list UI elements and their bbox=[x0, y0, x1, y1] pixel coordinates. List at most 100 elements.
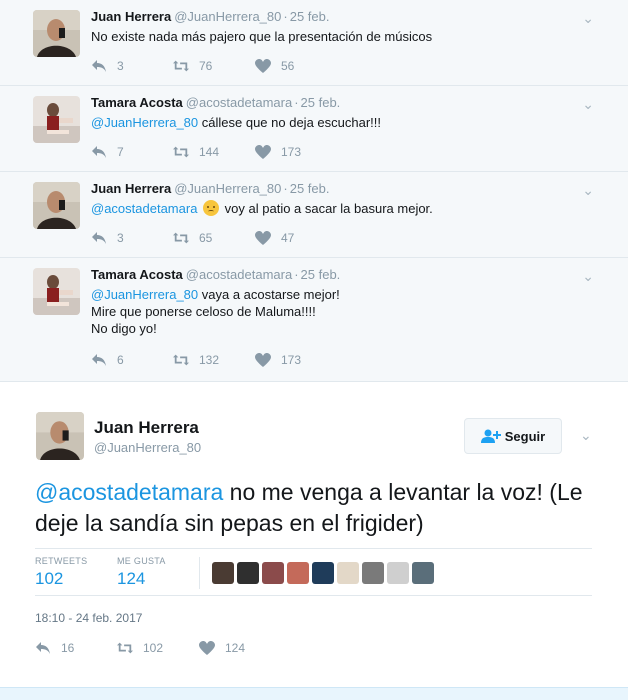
tweet-body-line: No digo yo! bbox=[91, 321, 157, 336]
liker-avatar[interactable] bbox=[337, 562, 359, 584]
retweet-button[interactable]: 76 bbox=[173, 59, 255, 73]
author-name[interactable]: Juan Herrera bbox=[91, 181, 171, 196]
avatar[interactable] bbox=[33, 268, 80, 315]
reply-icon bbox=[92, 146, 106, 158]
avatar[interactable] bbox=[33, 10, 80, 57]
tweet-actions: 3 76 56 bbox=[91, 58, 294, 74]
reply-button[interactable]: 7 bbox=[91, 145, 173, 159]
retweet-icon bbox=[173, 60, 189, 72]
thread-tweet[interactable]: Juan Herrera @JuanHerrera_80 · 25 feb. ⌄ @a… bbox=[0, 172, 628, 258]
reply-button[interactable]: 3 bbox=[91, 231, 173, 245]
liker-avatar[interactable] bbox=[212, 562, 234, 584]
liker-avatar[interactable] bbox=[287, 562, 309, 584]
avatar[interactable] bbox=[33, 96, 80, 143]
like-button[interactable]: 173 bbox=[255, 353, 301, 367]
retweets-stat[interactable]: RETWEETS 102 bbox=[35, 556, 87, 589]
thread-tweet[interactable]: Tamara Acosta @acostadetamara · 25 feb. ⌄ @… bbox=[0, 86, 628, 172]
tweet-header: Juan Herrera @JuanHerrera_80 · 25 feb. bbox=[91, 181, 330, 196]
mention-link[interactable]: @acostadetamara bbox=[91, 201, 197, 216]
worried-face-emoji-icon bbox=[203, 200, 220, 216]
author-name[interactable]: Juan Herrera bbox=[94, 418, 199, 438]
like-button[interactable]: 47 bbox=[255, 231, 294, 245]
tweet-header: Tamara Acosta @acostadetamara · 25 feb. bbox=[91, 267, 341, 282]
chevron-down-icon[interactable]: ⌄ bbox=[582, 96, 594, 113]
tweet-date[interactable]: 25 feb. bbox=[290, 9, 330, 24]
author-handle[interactable]: @JuanHerrera_80 bbox=[174, 9, 281, 24]
thread-tweet[interactable]: Tamara Acosta @acostadetamara · 25 feb. ⌄ @… bbox=[0, 258, 628, 380]
like-button[interactable]: 124 bbox=[199, 641, 245, 655]
mention-link[interactable]: @JuanHerrera_80 bbox=[91, 115, 198, 130]
tweet-actions: 6 132 173 bbox=[91, 352, 301, 368]
retweet-button[interactable]: 65 bbox=[173, 231, 255, 245]
liker-avatar[interactable] bbox=[237, 562, 259, 584]
follow-button[interactable]: Seguir bbox=[464, 418, 562, 454]
author-name[interactable]: Tamara Acosta bbox=[91, 267, 183, 282]
avatar[interactable] bbox=[33, 182, 80, 229]
retweet-button[interactable]: 144 bbox=[173, 145, 255, 159]
chevron-down-icon[interactable]: ⌄ bbox=[582, 10, 594, 27]
chevron-down-icon[interactable]: ⌄ bbox=[580, 427, 592, 444]
liked-by-avatars bbox=[212, 562, 437, 584]
reply-button[interactable]: 3 bbox=[91, 59, 173, 73]
mention-link[interactable]: @acostadetamara bbox=[35, 479, 223, 505]
liker-avatar[interactable] bbox=[387, 562, 409, 584]
likes-stat-label: ME GUSTA bbox=[117, 556, 166, 566]
reply-count: 6 bbox=[117, 353, 124, 367]
liker-avatar[interactable] bbox=[312, 562, 334, 584]
author-name[interactable]: Juan Herrera bbox=[91, 9, 171, 24]
mention-link[interactable]: @JuanHerrera_80 bbox=[91, 287, 198, 302]
tweet-actions: 16 102 124 bbox=[35, 640, 245, 656]
heart-icon bbox=[255, 231, 271, 245]
tweet-date[interactable]: 25 feb. bbox=[301, 95, 341, 110]
avatar[interactable] bbox=[36, 412, 84, 460]
author-name[interactable]: Tamara Acosta bbox=[91, 95, 183, 110]
heart-icon bbox=[255, 353, 271, 367]
tweet-actions: 3 65 47 bbox=[91, 230, 294, 246]
stats-divider bbox=[199, 557, 200, 589]
chevron-down-icon[interactable]: ⌄ bbox=[582, 268, 594, 285]
tweet-stats: RETWEETS 102 ME GUSTA 124 bbox=[35, 548, 592, 596]
reply-icon bbox=[92, 232, 106, 244]
reply-button[interactable]: 16 bbox=[35, 641, 117, 655]
retweet-count: 76 bbox=[199, 59, 213, 73]
author-handle[interactable]: @JuanHerrera_80 bbox=[94, 440, 201, 455]
tweet-date[interactable]: 25 feb. bbox=[301, 267, 341, 282]
retweet-icon bbox=[173, 354, 189, 366]
retweets-stat-label: RETWEETS bbox=[35, 556, 88, 566]
tweet-timestamp[interactable]: 18:10 - 24 feb. 2017 bbox=[35, 611, 142, 625]
main-tweet: Juan Herrera @JuanHerrera_80 Seguir ⌄ @a… bbox=[0, 381, 628, 687]
reply-icon bbox=[92, 354, 106, 366]
retweet-icon bbox=[173, 232, 189, 244]
like-count: 124 bbox=[225, 641, 246, 655]
reply-box-strip[interactable] bbox=[0, 687, 628, 700]
tweet-text: @acostadetamara no me venga a levantar l… bbox=[35, 477, 605, 539]
thread-tweet[interactable]: Juan Herrera @JuanHerrera_80 · 25 feb. ⌄ No… bbox=[0, 0, 628, 86]
author-handle[interactable]: @JuanHerrera_80 bbox=[174, 181, 281, 196]
like-button[interactable]: 56 bbox=[255, 59, 294, 73]
author-handle[interactable]: @acostadetamara bbox=[186, 95, 292, 110]
retweet-count: 144 bbox=[199, 145, 220, 159]
reply-icon bbox=[36, 642, 50, 654]
retweet-button[interactable]: 102 bbox=[117, 641, 199, 655]
liker-avatar[interactable] bbox=[412, 562, 434, 584]
tweet-header: Tamara Acosta @acostadetamara · 25 feb. bbox=[91, 95, 341, 110]
liker-avatar[interactable] bbox=[362, 562, 384, 584]
chevron-down-icon[interactable]: ⌄ bbox=[582, 182, 594, 199]
heart-icon bbox=[199, 641, 215, 655]
tweet-body: cállese que no deja escuchar!!! bbox=[198, 115, 381, 130]
reply-count: 3 bbox=[117, 59, 124, 73]
tweet-body: No existe nada más pajero que la present… bbox=[91, 29, 433, 44]
retweet-icon bbox=[173, 146, 189, 158]
heart-icon bbox=[255, 59, 271, 73]
retweets-stat-count: 102 bbox=[35, 569, 64, 588]
reply-button[interactable]: 6 bbox=[91, 353, 173, 367]
heart-icon bbox=[255, 145, 271, 159]
author-handle[interactable]: @acostadetamara bbox=[186, 267, 292, 282]
likes-stat[interactable]: ME GUSTA 124 bbox=[117, 556, 166, 589]
like-count: 47 bbox=[281, 231, 295, 245]
tweet-date[interactable]: 25 feb. bbox=[290, 181, 330, 196]
retweet-count: 132 bbox=[199, 353, 220, 367]
like-button[interactable]: 173 bbox=[255, 145, 301, 159]
liker-avatar[interactable] bbox=[262, 562, 284, 584]
retweet-button[interactable]: 132 bbox=[173, 353, 255, 367]
